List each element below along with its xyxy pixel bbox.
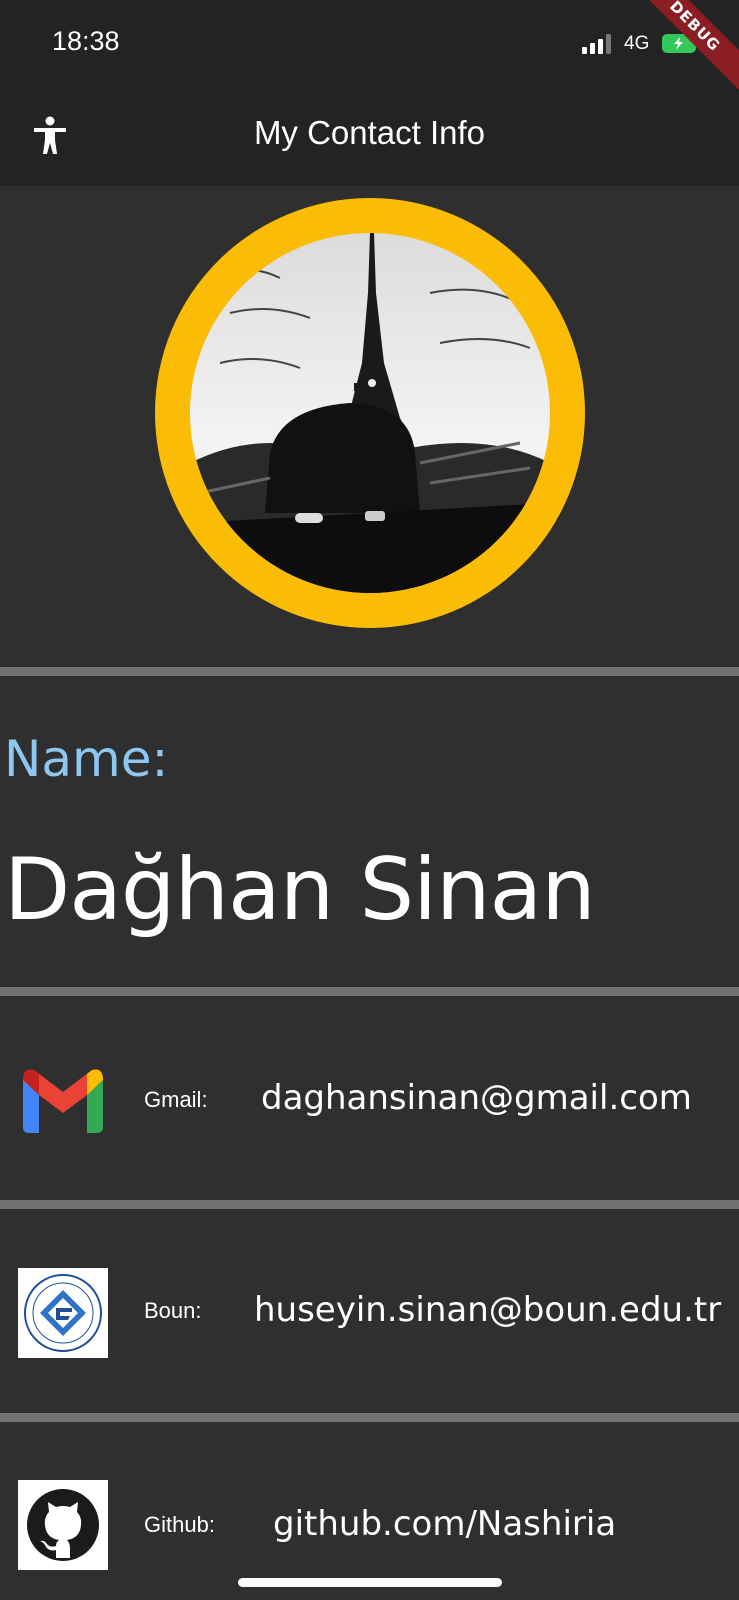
boun-value[interactable]: huseyin.sinan@boun.edu.tr <box>254 1290 721 1330</box>
divider <box>0 987 739 996</box>
boun-label: Boun: <box>144 1298 202 1323</box>
gmail-label: Gmail: <box>144 1087 208 1112</box>
divider <box>0 1200 739 1209</box>
divider <box>0 1413 739 1422</box>
network-type: 4G <box>624 33 650 54</box>
bogazici-logo-icon <box>18 1268 108 1358</box>
gmail-icon <box>18 1055 108 1145</box>
home-indicator[interactable] <box>238 1578 502 1587</box>
name-value: Dağhan Sinan <box>4 840 596 940</box>
status-time: 18:38 <box>52 26 120 56</box>
page-title: My Contact Info <box>253 114 486 151</box>
github-value[interactable]: github.com/Nashiria <box>273 1504 616 1544</box>
signal-icon <box>582 34 611 54</box>
github-icon <box>18 1480 108 1570</box>
avatar <box>190 233 550 593</box>
name-label: Name: <box>4 730 169 788</box>
gmail-value[interactable]: daghansinan@gmail.com <box>261 1078 692 1118</box>
github-label: Github: <box>144 1512 215 1537</box>
divider <box>0 667 739 676</box>
